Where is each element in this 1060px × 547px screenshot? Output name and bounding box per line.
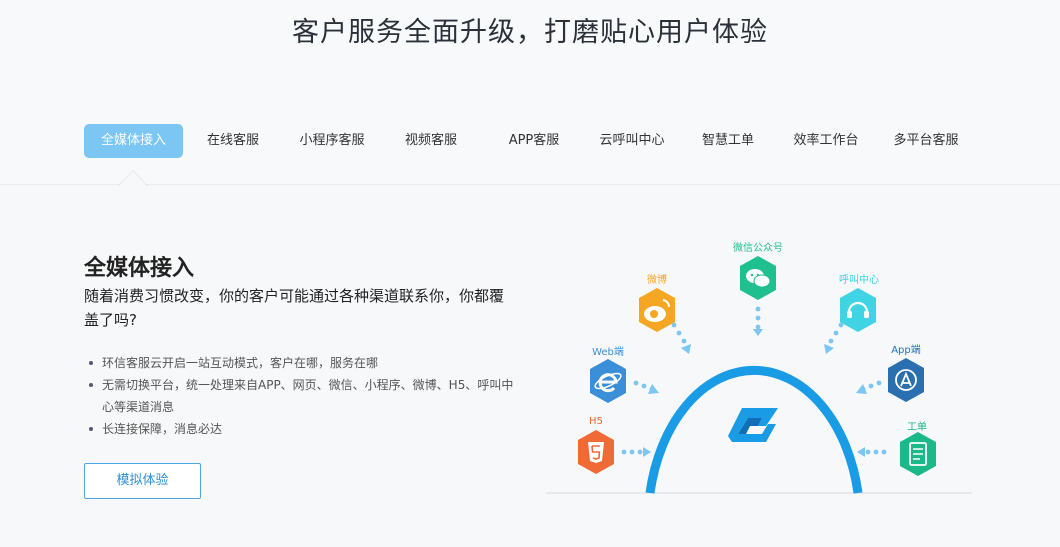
channel-diagram: 微信公众号 微博 呼叫中心 Web端 App端 H5 工单 xyxy=(546,230,972,500)
tab-mini-program[interactable]: 小程序客服 xyxy=(290,124,374,158)
channel-label-web: Web端 xyxy=(592,347,624,358)
tab-call-center[interactable]: 云呼叫中心 xyxy=(589,124,675,158)
tab-smart-ticket[interactable]: 智慧工单 xyxy=(692,124,764,158)
tab-workbench[interactable]: 效率工作台 xyxy=(784,124,868,158)
section-subtitle: 随着消费习惯改变，你的客户可能通过各种渠道联系你，你都覆盖了吗? xyxy=(84,287,505,329)
wechat-icon xyxy=(740,256,776,300)
page-title: 客户服务全面升级，打磨贴心用户体验 xyxy=(292,17,768,48)
demo-button[interactable]: 模拟体验 xyxy=(84,463,201,499)
html5-icon xyxy=(578,430,614,474)
ticket-icon xyxy=(900,432,936,476)
tab-video-service[interactable]: 视频客服 xyxy=(394,124,468,158)
channel-label-wechat: 微信公众号 xyxy=(733,243,783,254)
channel-label-call-center: 呼叫中心 xyxy=(839,275,879,286)
tab-multi-platform[interactable]: 多平台客服 xyxy=(884,124,968,158)
channel-label-weibo: 微博 xyxy=(647,275,667,286)
header-area: 客户服务全面升级，打磨贴心用户体验 全媒体接入 在线客服 小程序客服 视频客服 … xyxy=(0,0,1060,185)
channel-label-h5: H5 xyxy=(589,416,603,427)
appstore-icon xyxy=(888,358,924,402)
list-item: 长连接保障，消息必达 xyxy=(88,418,520,440)
hub-ring xyxy=(645,365,863,494)
headset-icon xyxy=(840,288,876,332)
list-item: 无需切换平台，统一处理来自APP、网页、微信、小程序、微博、H5、呼叫中心等渠道… xyxy=(88,374,520,418)
feature-list: 环信客服云开启一站互动模式，客户在哪，服务在哪 无需切换平台，统一处理来自APP… xyxy=(88,352,520,440)
ie-icon xyxy=(590,359,626,403)
tab-omni-channel[interactable]: 全媒体接入 xyxy=(84,124,183,158)
list-item: 环信客服云开启一站互动模式，客户在哪，服务在哪 xyxy=(88,352,520,374)
section-title: 全媒体接入 xyxy=(84,256,195,281)
weibo-icon xyxy=(639,288,675,332)
tab-online-service[interactable]: 在线客服 xyxy=(195,124,271,158)
kefu-logo-icon xyxy=(728,408,778,442)
tab-app-service[interactable]: APP客服 xyxy=(494,124,574,158)
channel-label-app: App端 xyxy=(891,345,921,356)
